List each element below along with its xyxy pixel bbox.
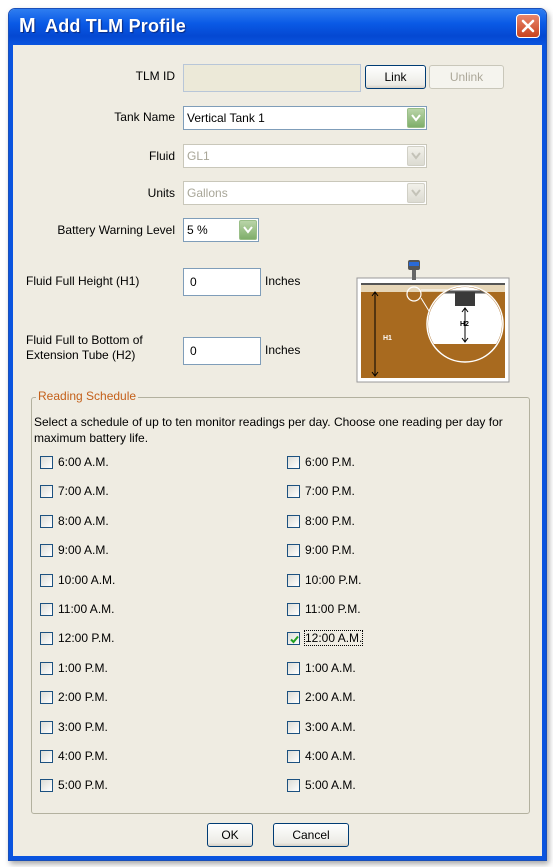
units-select[interactable]: Gallons [183,181,427,205]
schedule-checkbox-label: 2:00 P.M. [58,690,108,704]
schedule-checkbox[interactable] [40,632,53,645]
schedule-checkbox-label: 1:00 P.M. [58,661,108,675]
schedule-checkbox[interactable] [287,691,300,704]
schedule-checkbox[interactable] [287,603,300,616]
app-logo-icon: M [19,15,36,37]
schedule-checkbox-label: 10:00 A.M. [58,573,116,587]
schedule-checkbox[interactable] [40,721,53,734]
chevron-down-icon [411,114,421,122]
chevron-down-icon [243,226,253,234]
fluid-select[interactable]: GL1 [183,144,427,168]
link-button[interactable]: Link [365,65,426,89]
schedule-checkbox-label: 5:00 A.M. [305,778,356,792]
schedule-checkbox[interactable] [287,721,300,734]
schedule-checkbox[interactable] [40,544,53,557]
schedule-checkbox-label: 8:00 P.M. [305,514,355,528]
schedule-checkbox[interactable] [40,485,53,498]
tank-name-value: Vertical Tank 1 [187,111,265,125]
chevron-down-icon [411,189,421,197]
window-border-right [542,45,546,860]
tank-name-dropdown-button[interactable] [407,108,425,128]
units-label: Units [147,186,175,200]
title-bar[interactable]: M Add TLM Profile [9,9,546,45]
schedule-checkbox-label: 9:00 P.M. [305,543,355,557]
schedule-checkbox[interactable] [287,632,300,645]
schedule-checkbox[interactable] [40,750,53,763]
add-tlm-profile-dialog: M Add TLM Profile TLM ID Link Unlink Tan… [8,8,547,861]
schedule-checkbox-label: 12:00 P.M. [58,631,115,645]
schedule-checkbox-label: 2:00 A.M. [305,690,356,704]
schedule-checkbox[interactable] [40,779,53,792]
h1-label: Fluid Full Height (H1) [26,274,140,288]
units-value: Gallons [187,186,228,200]
schedule-checkbox[interactable] [40,456,53,469]
fluid-value: GL1 [187,149,210,163]
schedule-checkbox-label: 3:00 A.M. [305,720,356,734]
fluid-dropdown-button[interactable] [407,146,425,166]
chevron-down-icon [411,152,421,160]
schedule-checkbox-label: 7:00 P.M. [305,484,355,498]
fluid-label: Fluid [148,149,175,163]
schedule-checkbox[interactable] [40,691,53,704]
cancel-button[interactable]: Cancel [273,823,349,847]
schedule-checkbox[interactable] [287,779,300,792]
h1-diagram-label: H1 [383,335,392,342]
reading-schedule-description: Select a schedule of up to ten monitor r… [34,415,503,445]
close-icon [521,19,535,33]
close-button[interactable] [516,14,540,38]
window-border-bottom [9,856,546,860]
window-border-left [9,45,13,860]
ok-button[interactable]: OK [207,823,253,847]
schedule-checkbox-label: 10:00 P.M. [305,573,362,587]
units-dropdown-button[interactable] [407,183,425,203]
schedule-checkbox-label: 11:00 A.M. [58,602,115,616]
schedule-checkbox[interactable] [40,662,53,675]
schedule-checkbox[interactable] [287,750,300,763]
battery-warning-value: 5 % [187,223,208,237]
schedule-checkbox-label: 6:00 P.M. [305,455,355,469]
unlink-button[interactable]: Unlink [429,65,504,89]
h2-label-line1: Fluid Full to Bottom of [26,333,143,347]
tank-diagram: H1 H2 [356,260,510,383]
tlm-id-field[interactable] [183,64,361,92]
schedule-checkbox[interactable] [287,456,300,469]
battery-warning-label: Battery Warning Level [57,223,175,237]
schedule-checkbox[interactable] [40,515,53,528]
h1-input[interactable]: 0 [183,268,261,296]
schedule-checkbox[interactable] [287,544,300,557]
schedule-checkbox-label: 4:00 P.M. [58,749,108,763]
reading-schedule-legend: Reading Schedule [36,389,139,403]
checkmark-icon [290,635,299,644]
schedule-checkbox-label: 4:00 A.M. [305,749,356,763]
tlm-id-label: TLM ID [135,69,175,83]
battery-warning-select[interactable]: 5 % [183,218,259,242]
schedule-checkbox[interactable] [287,515,300,528]
tank-name-select[interactable]: Vertical Tank 1 [183,106,427,130]
schedule-checkbox-label: 8:00 A.M. [58,514,109,528]
schedule-checkbox[interactable] [287,574,300,587]
h2-diagram-label: H2 [460,321,469,328]
tank-name-label: Tank Name [114,110,175,124]
schedule-checkbox-label: 7:00 A.M. [58,484,109,498]
schedule-checkbox-label: 5:00 P.M. [58,778,108,792]
schedule-checkbox[interactable] [40,574,53,587]
schedule-checkbox-label: 9:00 A.M. [58,543,109,557]
schedule-checkbox-label: 11:00 P.M. [305,602,361,616]
schedule-checkbox[interactable] [287,485,300,498]
h2-input[interactable]: 0 [183,337,261,365]
schedule-checkbox-label: 1:00 A.M. [305,661,356,675]
battery-dropdown-button[interactable] [239,220,257,240]
schedule-checkbox[interactable] [287,662,300,675]
h2-label-line2: Extension Tube (H2) [26,348,136,362]
dialog-title: Add TLM Profile [45,16,186,36]
schedule-checkbox[interactable] [40,603,53,616]
h2-unit: Inches [265,343,301,357]
schedule-checkbox-label: 3:00 P.M. [58,720,108,734]
schedule-checkbox-label: 6:00 A.M. [58,455,109,469]
schedule-checkbox-label: 12:00 A.M. [303,630,364,646]
h1-unit: Inches [265,274,301,288]
